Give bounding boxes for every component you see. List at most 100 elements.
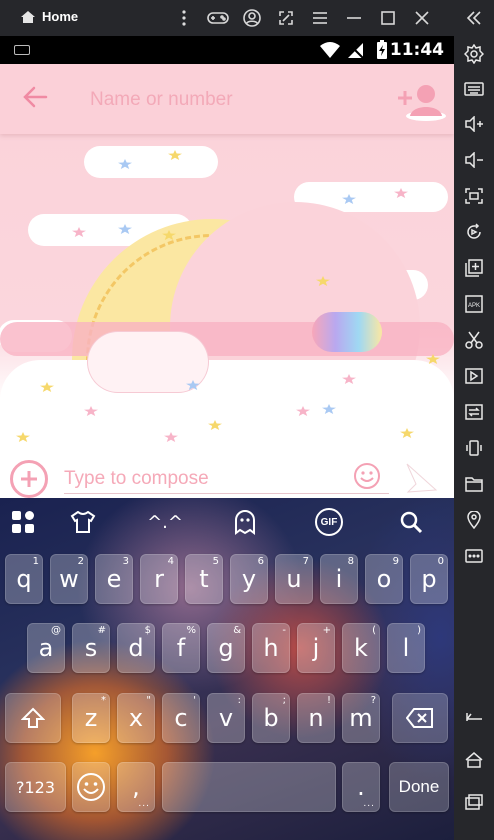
install-apk-button[interactable]: APK [462, 292, 486, 316]
close-button[interactable] [408, 7, 436, 29]
recipient-input[interactable] [90, 88, 380, 112]
backspace-key[interactable] [392, 693, 448, 743]
volume-down-icon [465, 152, 483, 168]
key-w[interactable]: w2 [50, 554, 88, 604]
screenshot-icon [279, 11, 293, 25]
key-e[interactable]: e3 [95, 554, 133, 604]
maximize-button[interactable] [374, 7, 402, 29]
search-icon [400, 511, 423, 534]
more-tools-button[interactable] [462, 544, 486, 568]
record-video-button[interactable] [462, 364, 486, 388]
key-y[interactable]: y6 [230, 554, 268, 604]
home-outline-icon [465, 752, 483, 768]
key-t[interactable]: t5 [185, 554, 223, 604]
keyboard-mapping-button[interactable] [462, 77, 486, 101]
nav-home-button[interactable] [462, 748, 486, 772]
key-x[interactable]: x " [117, 693, 155, 743]
key-d[interactable]: d $ [117, 623, 155, 673]
menu-button[interactable] [306, 7, 334, 29]
key-v[interactable]: v: [207, 693, 245, 743]
key-m[interactable]: m? [342, 693, 380, 743]
add-contact-button[interactable] [396, 82, 448, 127]
key-l[interactable]: l) [387, 623, 425, 673]
key-h[interactable]: h- [252, 623, 290, 673]
key-r[interactable]: r4 [140, 554, 178, 604]
keyboard-indicator-icon [14, 45, 30, 55]
key-a[interactable]: a @ [27, 623, 65, 673]
sticker-button[interactable] [230, 508, 260, 536]
done-key[interactable]: Done [389, 762, 449, 812]
key-z[interactable]: z * [72, 693, 110, 743]
key-g[interactable]: g & [207, 623, 245, 673]
cut-button[interactable] [462, 328, 486, 352]
compose-bar [0, 456, 454, 498]
emulator-sidebar: APK [454, 36, 494, 840]
key-u[interactable]: u7 [275, 554, 313, 604]
multi-instance-button[interactable] [462, 256, 486, 280]
shift-key[interactable] [5, 693, 61, 743]
key-k[interactable]: k( [342, 623, 380, 673]
android-status-bar: 11:44 [0, 36, 454, 64]
minimize-button[interactable] [340, 7, 368, 29]
shift-icon [21, 707, 45, 728]
key-c[interactable]: c ' [162, 693, 200, 743]
volume-up-button[interactable] [462, 112, 486, 136]
recents-icon [465, 794, 483, 810]
comma-key[interactable]: ,... [117, 762, 155, 812]
rotate-icon [467, 223, 481, 239]
location-button[interactable] [462, 508, 486, 532]
more-options-button[interactable] [170, 7, 198, 29]
kaomoji-button[interactable]: ^.^ [147, 508, 183, 536]
kaomoji-label: ^.^ [147, 511, 183, 533]
shake-button[interactable] [462, 436, 486, 460]
video-icon [465, 368, 483, 384]
key-n[interactable]: n! [297, 693, 335, 743]
rotate-button[interactable] [462, 220, 486, 244]
key-i[interactable]: i8 [320, 554, 358, 604]
close-icon [415, 11, 429, 25]
nav-recents-button[interactable] [462, 790, 486, 814]
window-title: Home [42, 9, 79, 24]
keyboard-search-button[interactable] [396, 508, 426, 536]
unicorn-illustration [88, 332, 208, 392]
gamepad-button[interactable] [204, 7, 232, 29]
sync-button[interactable] [462, 400, 486, 424]
svg-text:APK: APK [468, 303, 480, 309]
folder-button[interactable] [462, 472, 486, 496]
home-tab[interactable]: Home [20, 9, 78, 24]
key-q[interactable]: q1 [5, 554, 43, 604]
apk-icon: APK [465, 295, 483, 313]
clock: 11:44 [389, 40, 444, 60]
key-p[interactable]: p0 [410, 554, 448, 604]
keyboard-apps-button[interactable] [8, 508, 38, 536]
attach-button[interactable] [10, 460, 48, 498]
gif-button[interactable]: GIF [314, 508, 344, 536]
folder-icon [465, 477, 483, 492]
send-button[interactable] [404, 462, 438, 498]
key-o[interactable]: o9 [365, 554, 403, 604]
nav-back-button[interactable] [462, 704, 486, 728]
key-j[interactable]: j + [297, 623, 335, 673]
sync-icon [465, 404, 483, 420]
fullscreen-button[interactable] [462, 184, 486, 208]
account-button[interactable] [238, 7, 266, 29]
collapse-sidebar-button[interactable] [460, 6, 488, 30]
more-vertical-icon [182, 10, 186, 26]
spacebar[interactable] [162, 762, 336, 812]
volume-down-button[interactable] [462, 148, 486, 172]
key-f[interactable]: f% [162, 623, 200, 673]
emoji-key[interactable] [72, 762, 110, 812]
symbols-key[interactable]: ?123 [5, 762, 66, 812]
minimize-icon [347, 17, 361, 19]
message-input[interactable] [64, 464, 389, 494]
screenshot-button[interactable] [272, 7, 300, 29]
keyboard-theme-button[interactable] [68, 508, 98, 536]
back-button[interactable] [22, 86, 48, 113]
emoji-button[interactable] [353, 462, 381, 495]
key-s[interactable]: s # [72, 623, 110, 673]
more-horizontal-icon [465, 549, 483, 563]
key-b[interactable]: b; [252, 693, 290, 743]
menu-icon [313, 12, 327, 24]
settings-button[interactable] [462, 42, 486, 66]
period-key[interactable]: .... [342, 762, 380, 812]
